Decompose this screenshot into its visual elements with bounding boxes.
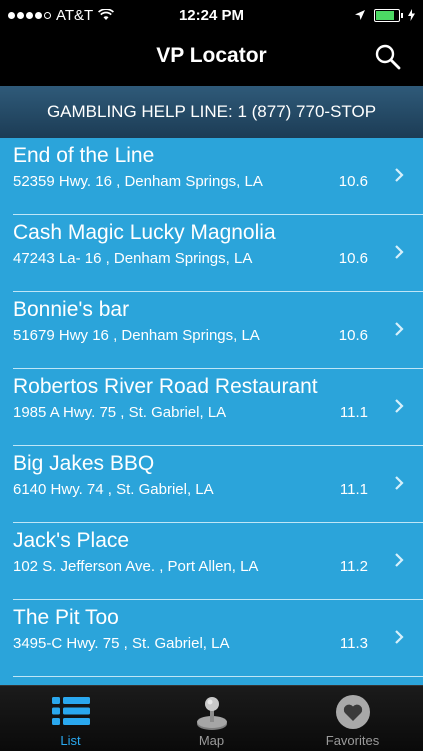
location-distance: 10.6 [338,173,368,190]
list-item[interactable]: Jack's Place 102 S. Jefferson Ave. , Por… [0,523,423,600]
carrier-label: AT&T [56,6,94,24]
list-item[interactable]: Bonnie's bar 51679 Hwy 16 , Denham Sprin… [0,292,423,369]
list-item[interactable]: The Pit Too 3495-C Hwy. 75 , St. Gabriel… [0,600,423,677]
gambling-helpline-banner[interactable]: GAMBLING HELP LINE: 1 (877) 770-STOP [0,86,423,139]
tab-bar: List Map Favorites [0,685,423,751]
search-button[interactable] [373,42,403,72]
joystick-icon [196,697,227,730]
location-distance: 11.1 [339,481,368,498]
status-bar: AT&T 12:24 PM [0,0,423,30]
location-address: 6140 Hwy. 74 , St. Gabriel, LA [13,481,214,498]
location-address: 1985 A Hwy. 75 , St. Gabriel, LA [13,404,227,421]
tab-favorites[interactable]: Favorites [282,686,423,751]
location-name: Jack's Place [13,529,130,552]
location-list[interactable]: End of the Line 52359 Hwy. 16 , Denham S… [0,138,423,685]
location-name: Big Jakes BBQ [13,452,155,475]
list-item-partial[interactable] [0,677,423,685]
location-address: 51679 Hwy 16 , Denham Springs, LA [13,327,260,344]
heart-icon [335,695,370,729]
location-distance: 11.1 [339,404,368,421]
location-distance: 11.3 [339,635,368,652]
wifi-icon [98,9,115,20]
chevron-right-icon [395,476,404,490]
signal-strength-icon [8,11,51,19]
battery-level [376,10,394,20]
nav-bar: VP Locator [0,30,423,86]
location-address: 3495-C Hwy. 75 , St. Gabriel, LA [13,635,230,652]
chevron-right-icon [395,168,404,182]
location-address: 47243 La- 16 , Denham Springs, LA [13,250,253,267]
location-name: Robertos River Road Restaurant [13,375,318,398]
status-left: AT&T [8,6,115,24]
location-arrow-icon [355,10,365,20]
location-distance: 10.6 [338,327,368,344]
list-item[interactable]: Cash Magic Lucky Magnolia 47243 La- 16 ,… [0,215,423,292]
tab-label: List [60,733,81,748]
location-name: End of the Line [13,144,155,167]
chevron-right-icon [395,245,404,259]
list-item[interactable]: End of the Line 52359 Hwy. 16 , Denham S… [0,138,423,215]
chevron-right-icon [395,553,404,567]
list-icon [51,697,90,725]
tab-map[interactable]: Map [141,686,282,751]
search-icon [375,44,401,70]
page-title: VP Locator [156,44,267,67]
list-item[interactable]: Big Jakes BBQ 6140 Hwy. 74 , St. Gabriel… [0,446,423,523]
location-name: The Pit Too [13,606,119,629]
chevron-right-icon [395,630,404,644]
location-address: 102 S. Jefferson Ave. , Port Allen, LA [13,558,259,575]
status-right [354,8,415,22]
location-name: Bonnie's bar [13,298,130,321]
battery-icon [374,8,403,22]
chevron-right-icon [395,322,404,336]
chevron-right-icon [395,399,404,413]
location-name: Cash Magic Lucky Magnolia [13,221,276,244]
location-distance: 10.6 [338,250,368,267]
location-address: 52359 Hwy. 16 , Denham Springs, LA [13,173,263,190]
tab-label: Map [198,733,225,748]
tab-label: Favorites [325,733,380,748]
tab-list[interactable]: List [0,686,141,751]
charging-bolt-icon [408,9,415,21]
list-item[interactable]: Robertos River Road Restaurant 1985 A Hw… [0,369,423,446]
location-distance: 11.2 [339,558,368,575]
